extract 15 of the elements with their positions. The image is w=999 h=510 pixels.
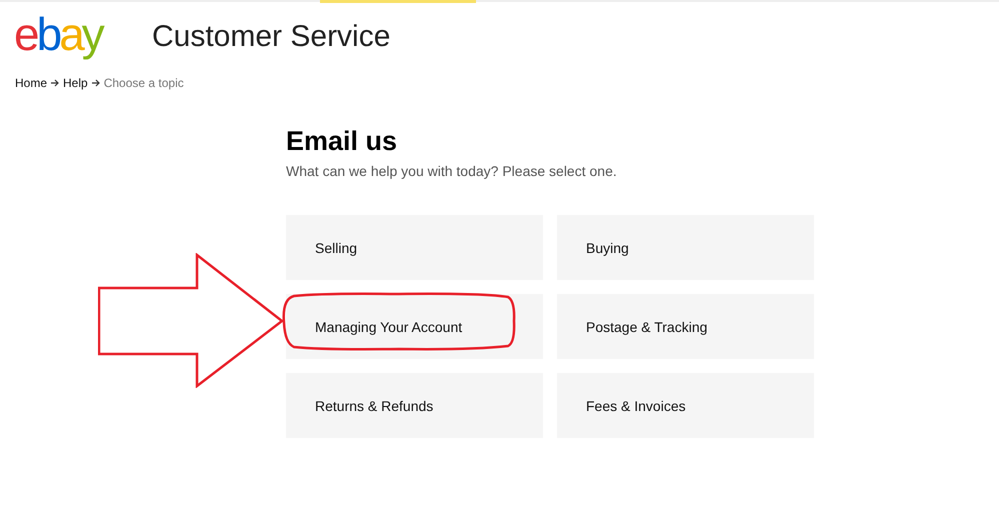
breadcrumb-link[interactable]: Help (63, 76, 88, 90)
breadcrumb-link[interactable]: Home (15, 76, 48, 90)
page-title: Customer Service (152, 20, 390, 54)
subtitle: What can we help you with today? Please select one. (286, 163, 618, 179)
heading: Email us (286, 125, 398, 157)
topic-tile[interactable]: Postage & Tracking (557, 294, 814, 359)
topic-tile[interactable]: Fees & Invoices (557, 373, 814, 438)
topic-tile[interactable]: Buying (557, 215, 814, 280)
logo[interactable]: ebay (14, 11, 138, 57)
arrow-icon (92, 79, 100, 87)
arrow-icon (51, 79, 60, 87)
topic-tile[interactable]: Returns & Refunds (286, 373, 543, 438)
topic-tile[interactable]: Selling (286, 215, 543, 280)
topic-tile[interactable]: Managing Your Account (286, 294, 543, 359)
breadcrumb-current: Choose a topic (104, 76, 184, 90)
